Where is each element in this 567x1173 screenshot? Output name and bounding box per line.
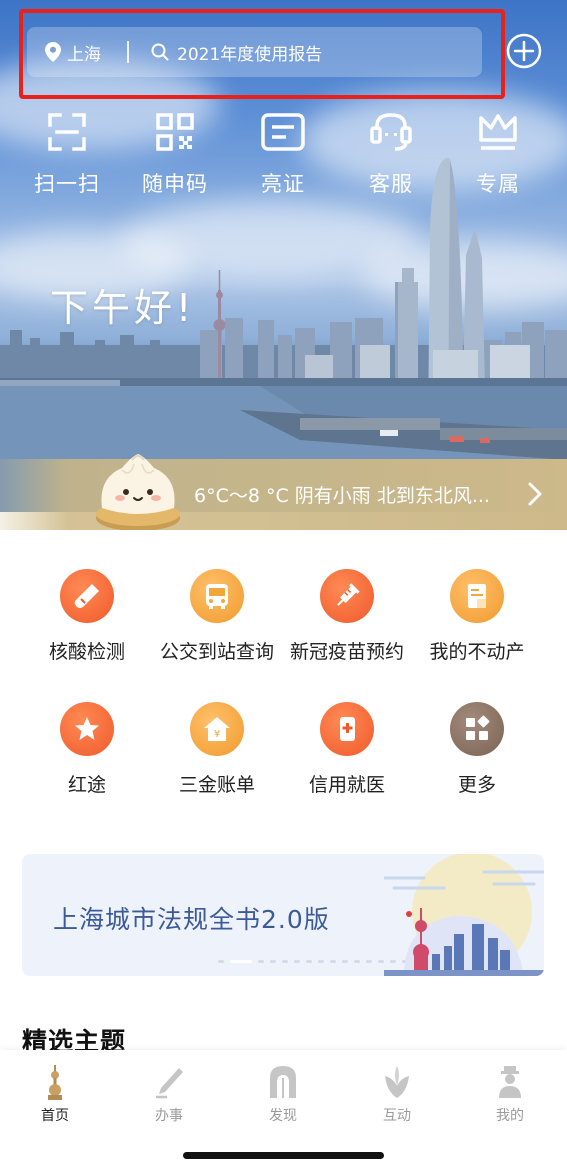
tab-label: 办事 (155, 1108, 183, 1124)
quick-action-label: 客服 (369, 172, 413, 196)
tab-label: 我的 (496, 1108, 524, 1124)
services-grid: 核酸检测 公交到站查询 新冠疫苗预约 我的不动产 红途 ¥ 三金账单 信用就医 … (0, 530, 567, 820)
home-tower-icon (48, 1065, 62, 1100)
quick-action-scan[interactable]: 扫一扫 (19, 112, 115, 198)
crown-icon (479, 114, 517, 150)
dumpling-mascot-icon (96, 454, 180, 531)
service-label: 公交到站查询 (159, 641, 274, 663)
add-icon[interactable] (506, 33, 542, 69)
quick-action-label: 亮证 (261, 172, 305, 196)
service-icon-bg (190, 569, 244, 623)
headset-icon (370, 113, 412, 151)
pen-icon (156, 1068, 183, 1099)
bus-icon (206, 584, 228, 609)
test-tube-icon (74, 584, 99, 608)
person-icon (499, 1066, 521, 1098)
phone-plus-icon (340, 717, 355, 741)
chevron-right-icon (528, 482, 542, 506)
tab-label: 首页 (41, 1108, 69, 1124)
service-credit-medical[interactable]: 信用就医 (277, 702, 417, 797)
weather-strip[interactable]: 6°C～8 °C 阴有小雨 北到东北风... (0, 459, 567, 530)
tab-discover[interactable]: 发现 (238, 1064, 328, 1125)
tab-label: 发现 (269, 1108, 297, 1124)
quick-action-customer-service[interactable]: 客服 (343, 112, 439, 198)
quick-action-show-id[interactable]: 亮证 (235, 112, 331, 198)
service-vaccine-booking[interactable]: 新冠疫苗预约 (277, 569, 417, 664)
quick-action-label: 专属 (476, 172, 520, 196)
tab-interact[interactable]: 互动 (352, 1064, 442, 1125)
service-icon-bg (450, 702, 504, 756)
service-label: 三金账单 (178, 774, 255, 796)
scan-icon (48, 113, 86, 151)
service-real-estate[interactable]: 我的不动产 (407, 569, 547, 664)
greeting-text: 下午好! (50, 286, 196, 330)
grid-more-icon (466, 715, 490, 740)
hero-banner: 上海 2021年度使用报告 扫一扫 随申码 亮证 客服 专属 下午好! (0, 0, 567, 512)
qr-code-icon (156, 113, 194, 151)
weather-forecast-text: 6°C～8 °C 阴有小雨 北到东北风... (194, 485, 490, 507)
service-red-route[interactable]: 红途 (17, 702, 157, 797)
service-icon-bg (320, 569, 374, 623)
home-indicator (183, 1152, 384, 1159)
quick-action-exclusive[interactable]: 专属 (450, 112, 546, 198)
highlight-annotation-box (19, 9, 505, 99)
service-icon-bg (60, 702, 114, 756)
document-icon (468, 584, 486, 608)
magnolia-icon (385, 1066, 409, 1098)
banner-title: 上海城市法规全书2.0版 (53, 905, 330, 934)
service-label: 更多 (457, 774, 496, 796)
tab-profile[interactable]: 我的 (465, 1064, 555, 1125)
quick-action-label: 随申码 (142, 172, 208, 196)
service-bus-query[interactable]: 公交到站查询 (147, 569, 287, 664)
syringe-icon (337, 583, 360, 606)
svg-text:¥: ¥ (214, 729, 220, 740)
service-icon-bg (450, 569, 504, 623)
service-icon-bg (60, 569, 114, 623)
star-icon (75, 717, 99, 740)
service-label: 信用就医 (308, 774, 385, 796)
house-yen-icon: ¥ (204, 717, 230, 741)
city-illustration-icon (384, 854, 544, 976)
service-three-funds-bill[interactable]: ¥ 三金账单 (147, 702, 287, 797)
tab-services[interactable]: 办事 (124, 1064, 214, 1125)
service-icon-bg (320, 702, 374, 756)
service-nucleic-test[interactable]: 核酸检测 (17, 569, 157, 664)
service-icon-bg: ¥ (190, 702, 244, 756)
quick-action-qrcode[interactable]: 随申码 (127, 112, 223, 198)
service-more[interactable]: 更多 (407, 702, 547, 797)
quick-actions-row: 扫一扫 随申码 亮证 客服 专属 (0, 112, 567, 207)
service-label: 新冠疫苗预约 (289, 641, 404, 663)
id-card-icon (261, 113, 305, 151)
promo-banner[interactable]: 上海城市法规全书2.0版 (22, 854, 544, 976)
service-label: 红途 (67, 774, 106, 796)
tab-home[interactable]: 首页 (10, 1064, 100, 1125)
service-label: 我的不动产 (429, 641, 525, 663)
quick-action-label: 扫一扫 (34, 172, 100, 196)
tab-label: 互动 (383, 1108, 411, 1124)
arch-icon (270, 1066, 296, 1098)
service-label: 核酸检测 (48, 641, 125, 663)
